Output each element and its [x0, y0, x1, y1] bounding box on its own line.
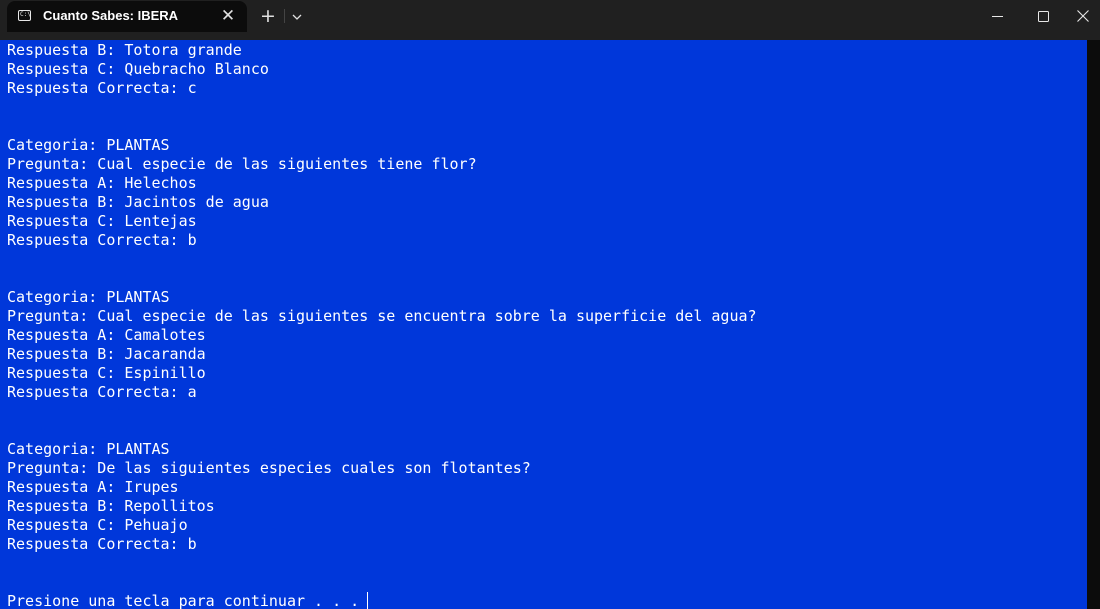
title-bar: C:\ Cuanto Sabes: IBERA ✕ + — [0, 0, 1100, 32]
terminal-line: Respuesta Correcta: a — [7, 383, 197, 401]
terminal-line: Respuesta Correcta: b — [7, 231, 197, 249]
tab-divider — [284, 9, 285, 23]
terminal-line: Respuesta B: Totora grande — [7, 41, 242, 59]
tab-title: Cuanto Sabes: IBERA — [43, 8, 179, 23]
terminal-line: Respuesta B: Jacaranda — [7, 345, 206, 363]
terminal-line: Respuesta B: Jacintos de agua — [7, 193, 269, 211]
terminal-line: Respuesta B: Repollitos — [7, 497, 215, 515]
new-tab-button[interactable]: + — [257, 5, 279, 27]
terminal-line: Categoria: PLANTAS — [7, 136, 170, 154]
terminal-line: Pregunta: De las siguientes especies cua… — [7, 459, 531, 477]
terminal-line: Respuesta C: Quebracho Blanco — [7, 60, 269, 78]
terminal-line: Categoria: PLANTAS — [7, 440, 170, 458]
terminal-line: Pregunta: Cual especie de las siguientes… — [7, 307, 757, 325]
terminal-line: Respuesta C: Pehuajo — [7, 516, 188, 534]
maximize-icon[interactable] — [1020, 0, 1066, 32]
terminal-line: Respuesta A: Helechos — [7, 174, 197, 192]
terminal-line: Respuesta A: Irupes — [7, 478, 179, 496]
scrollbar[interactable] — [1087, 40, 1100, 609]
terminal-icon: C:\ — [18, 10, 31, 21]
terminal-line: Respuesta C: Lentejas — [7, 212, 197, 230]
terminal-output[interactable]: Respuesta B: Totora grande Respuesta C: Q… — [0, 40, 1087, 609]
terminal-line: Categoria: PLANTAS — [7, 288, 170, 306]
close-tab-icon[interactable]: ✕ — [219, 7, 237, 25]
terminal-line: Pregunta: Cual especie de las siguientes… — [7, 155, 477, 173]
terminal-line: Respuesta A: Camalotes — [7, 326, 206, 344]
terminal-line: Presione una tecla para continuar . . . — [7, 592, 360, 609]
terminal-line: Respuesta Correcta: c — [7, 79, 197, 97]
terminal-line: Respuesta Correcta: b — [7, 535, 197, 553]
terminal-line: Respuesta C: Espinillo — [7, 364, 206, 382]
terminal-tab[interactable]: C:\ Cuanto Sabes: IBERA ✕ — [7, 1, 247, 32]
minimize-icon[interactable] — [974, 0, 1020, 32]
chevron-down-icon[interactable] — [287, 6, 307, 26]
text-cursor — [367, 592, 368, 609]
close-icon[interactable] — [1066, 0, 1100, 32]
